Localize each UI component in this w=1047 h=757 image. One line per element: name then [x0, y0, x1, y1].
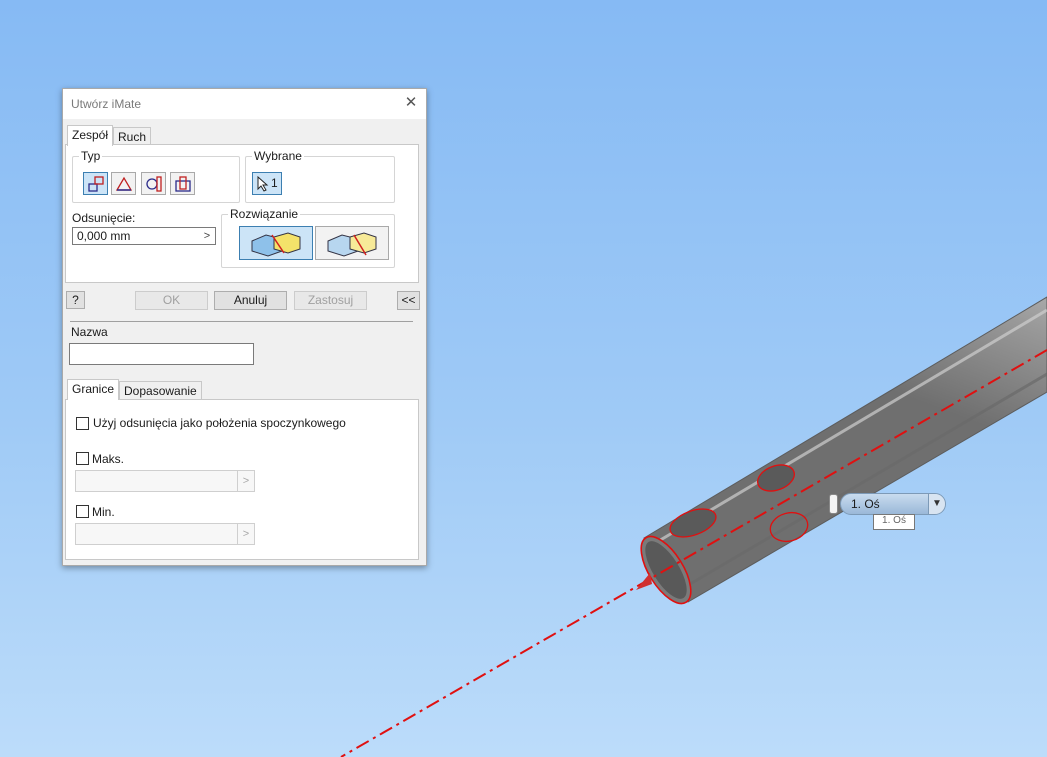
angle-icon [115, 176, 133, 191]
collapse-button[interactable]: << [397, 291, 420, 310]
tab-fit[interactable]: Dopasowanie [119, 381, 202, 401]
insert-button[interactable] [170, 172, 195, 195]
name-input[interactable] [69, 343, 254, 365]
min-field[interactable]: > [75, 523, 255, 545]
limits-tab-page: Użyj odsunięcia jako położenia spoczynko… [65, 399, 419, 560]
tangent-icon [146, 176, 162, 192]
mate-solution-button[interactable] [239, 226, 313, 260]
close-icon[interactable]: ✕ [402, 94, 420, 112]
max-checkbox[interactable] [76, 452, 89, 465]
type-group-label: Typ [79, 149, 103, 163]
flush-solution-icon [327, 232, 377, 257]
axis-arrow [636, 573, 652, 590]
tab-assembly[interactable]: Zespół [67, 125, 114, 146]
axis-selector-dropdown[interactable]: 1. Oś ▼ [840, 493, 946, 515]
mate-solution-icon [251, 232, 301, 257]
max-field[interactable]: > [75, 470, 255, 492]
tangent-button[interactable] [141, 172, 166, 195]
cursor-arrow-icon [257, 176, 269, 192]
selected-count: 1 [271, 176, 278, 190]
help-icon: ? [72, 293, 79, 307]
axis-selector-label: 1. Oś [851, 497, 880, 511]
use-offset-label: Użyj odsunięcia jako położenia spoczynko… [93, 416, 346, 430]
type-group: Typ [72, 149, 240, 203]
chevron-down-icon[interactable]: ▼ [928, 494, 945, 514]
max-label: Maks. [92, 452, 125, 466]
name-label: Nazwa [71, 325, 108, 339]
ok-button[interactable]: OK [135, 291, 208, 310]
offset-value: 0,000 mm [77, 229, 131, 243]
help-button[interactable]: ? [66, 291, 85, 309]
chevron-right-icon[interactable]: > [199, 228, 215, 244]
create-imate-dialog: Utwórz iMate ✕ Zespół Ruch Typ Wybrane 1… [62, 88, 427, 566]
tube-body[interactable] [643, 296, 1047, 603]
use-offset-checkbox[interactable] [76, 417, 89, 430]
solution-group-label: Rozwiązanie [228, 207, 301, 221]
tab-limits[interactable]: Granice [67, 379, 120, 400]
selector-grip[interactable] [829, 494, 838, 514]
divider [70, 321, 413, 322]
min-checkbox[interactable] [76, 505, 89, 518]
dialog-body: Zespół Ruch Typ Wybrane 1 Odsunięcie: 0,… [63, 119, 426, 565]
min-label: Min. [92, 505, 115, 519]
selected-group-label: Wybrane [252, 149, 304, 163]
offset-field[interactable]: 0,000 mm > [72, 227, 216, 245]
chevron-right-icon[interactable]: > [237, 471, 254, 491]
chevron-right-icon[interactable]: > [237, 524, 254, 544]
flush-solution-button[interactable] [315, 226, 389, 260]
apply-button[interactable]: Zastosuj [294, 291, 367, 310]
solution-group: Rozwiązanie [221, 207, 395, 268]
offset-label: Odsunięcie: [72, 211, 136, 225]
insert-icon [175, 176, 191, 192]
angle-button[interactable] [111, 172, 136, 195]
selection-button[interactable]: 1 [252, 172, 282, 195]
cancel-button[interactable]: Anuluj [214, 291, 287, 310]
mate-icon [88, 176, 104, 192]
dialog-title: Utwórz iMate [71, 97, 142, 111]
axis-tooltip: 1. Oś [873, 514, 915, 530]
selected-group: Wybrane 1 [245, 149, 395, 203]
title-bar[interactable]: Utwórz iMate ✕ [63, 89, 426, 119]
assembly-tab-page: Typ Wybrane 1 Odsunięcie: 0,000 mm > Roz… [65, 144, 419, 283]
mate-button[interactable] [83, 172, 108, 195]
